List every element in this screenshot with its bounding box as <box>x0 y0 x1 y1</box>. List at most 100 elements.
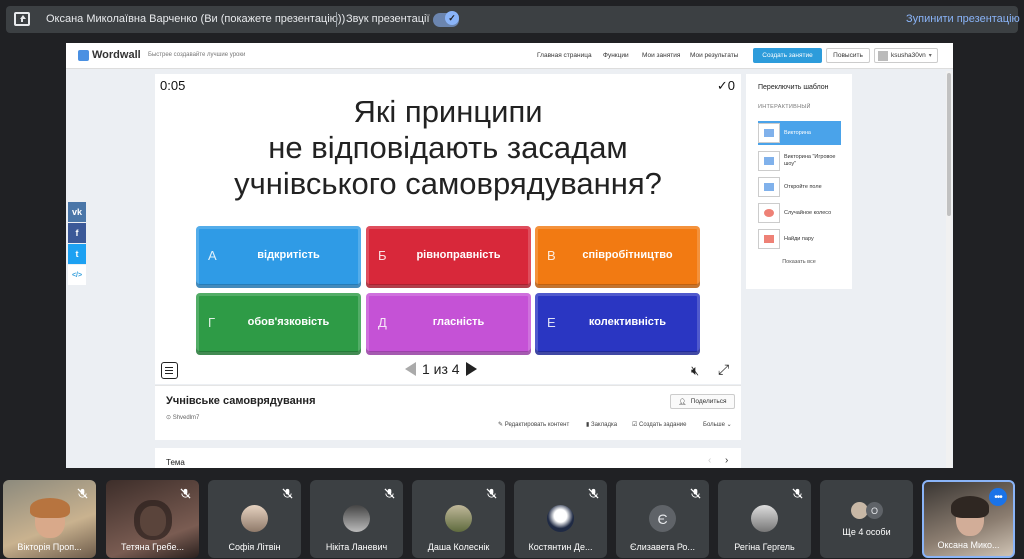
mic-off-icon <box>486 488 497 499</box>
share-person-icon: 👤︎ <box>678 398 687 406</box>
question-line: Які принципи <box>353 94 543 129</box>
user-menu[interactable]: ksusha30vn ▾ <box>874 48 938 63</box>
template-random-wheel[interactable]: Случайное колесо <box>758 201 841 225</box>
answer-text: гласність <box>432 316 485 328</box>
share-button[interactable]: 👤︎ Поделиться <box>670 394 735 409</box>
wordwall-logo-icon <box>78 49 89 61</box>
participant-tile[interactable]: Регіна Гергель <box>718 480 811 558</box>
next-page-icon[interactable] <box>465 362 477 376</box>
answer-option[interactable]: Б рівноправність <box>366 226 531 288</box>
open-box-thumbnail-icon <box>758 177 780 197</box>
nav-my-results[interactable]: Мои результаты <box>690 52 738 59</box>
answer-option[interactable]: A відкритість <box>196 226 361 288</box>
participant-tile[interactable]: Софія Літвін <box>208 480 301 558</box>
facebook-icon[interactable]: f <box>68 223 86 243</box>
more-participants-label: Ще 4 особи <box>842 527 891 537</box>
create-activity-button[interactable]: Создать занятие <box>753 48 822 63</box>
mic-off-icon <box>792 488 803 499</box>
mic-off-icon <box>690 488 701 499</box>
template-open-box[interactable]: Откройте поле <box>758 175 841 199</box>
self-participant-tile[interactable]: ••• Оксана Мико... <box>922 480 1015 558</box>
show-all-templates-link[interactable]: Показать все <box>746 259 852 265</box>
prev-page-icon[interactable] <box>405 362 416 376</box>
participant-name: Костянтин Де... <box>528 542 593 552</box>
twitter-icon[interactable]: t <box>68 244 86 264</box>
more-label: Больше <box>703 422 725 428</box>
participant-tile[interactable]: Даша Колеснік <box>412 480 505 558</box>
more-link[interactable]: Больше ⌄ <box>703 421 732 428</box>
participant-name: Нікіта Ланевич <box>325 542 388 552</box>
task-icon: ☑ <box>632 422 640 428</box>
template-label: Викторина <box>784 129 811 136</box>
fullscreen-icon[interactable]: ⤢ <box>718 361 729 378</box>
pager: 1 из 4 <box>405 361 477 377</box>
answer-letter: Г <box>208 315 216 330</box>
shared-screen: Wordwall Быстрее создавайте лучшие уроки… <box>66 43 953 468</box>
participant-video-hair <box>951 496 989 518</box>
more-participants-tile[interactable]: O Ще 4 особи <box>820 480 913 558</box>
share-button-label: Поделиться <box>690 398 727 405</box>
page-scrollbar-thumb[interactable] <box>947 73 951 216</box>
chevron-down-icon: ⌄ <box>724 422 732 428</box>
author-icon: ⊙ <box>166 415 173 421</box>
answer-option[interactable]: Д гласність <box>366 293 531 355</box>
participant-name: Єлизавета Ро... <box>630 542 695 552</box>
edit-content-label: Редактировать контент <box>504 422 570 428</box>
template-quiz[interactable]: Викторина <box>758 121 841 145</box>
theme-section: Тема ‹ › <box>155 448 741 468</box>
participant-tile[interactable]: Є Єлизавета Ро... <box>616 480 709 558</box>
answer-text: співробітництво <box>582 249 673 261</box>
nav-my-activities[interactable]: Мои занятия <box>642 52 680 59</box>
participant-tile[interactable]: Костянтин Де... <box>514 480 607 558</box>
embed-icon[interactable]: </> <box>68 265 86 285</box>
mic-off-icon <box>384 488 395 499</box>
presentation-sound-label: Звук презентації <box>346 13 430 25</box>
present-screen-icon <box>14 12 30 26</box>
participant-tile[interactable]: Нікіта Ланевич <box>310 480 403 558</box>
create-task-link[interactable]: ☑ Создать задание <box>632 421 686 428</box>
participant-avatar <box>241 505 268 532</box>
answer-option[interactable]: E колективність <box>535 293 700 355</box>
participant-avatar <box>445 505 472 532</box>
pencil-icon: ✎ <box>498 422 505 428</box>
mic-off-icon <box>588 488 599 499</box>
quiz-score: ✓0 <box>716 78 735 93</box>
mute-icon[interactable]: 🔇︎ <box>691 363 699 379</box>
presenting-title: Оксана Миколаївна Варченко (Ви (покажете… <box>46 13 346 25</box>
answer-text: рівноправність <box>416 249 501 261</box>
answer-text: колективність <box>588 316 667 328</box>
quiz-thumbnail-icon <box>758 123 780 143</box>
template-find-match[interactable]: Найди пару <box>758 227 841 251</box>
participant-video-hair <box>30 498 70 518</box>
theme-next-icon[interactable]: › <box>725 455 728 466</box>
toggle-check-icon[interactable]: ✓ <box>445 11 459 25</box>
upgrade-button[interactable]: Повысить <box>826 48 870 63</box>
participant-tile[interactable]: Тетяна Гребе... <box>106 480 199 558</box>
template-label: Случайное колесо <box>784 209 832 216</box>
activity-author[interactable]: ⊙ Shvedlm7 <box>166 414 199 421</box>
template-game-show[interactable]: Викторина "Игровое шоу" <box>758 149 841 173</box>
bookmark-link[interactable]: ▮ Закладка <box>586 421 617 428</box>
menu-icon[interactable] <box>161 362 178 379</box>
participant-tile[interactable]: Вікторія Проп... <box>3 480 96 558</box>
more-options-icon[interactable]: ••• <box>989 488 1007 506</box>
answer-text: відкритість <box>257 249 320 261</box>
template-label: Найди пару <box>784 235 814 242</box>
wordwall-tagline: Быстрее создавайте лучшие уроки <box>148 52 246 58</box>
edit-content-link[interactable]: ✎ Редактировать контент <box>498 421 569 428</box>
answer-option[interactable]: Г обов'язковість <box>196 293 361 355</box>
participant-initial: Є <box>649 505 676 532</box>
answer-option[interactable]: B співробітництво <box>535 226 700 288</box>
vk-icon[interactable]: vk <box>68 202 86 222</box>
participant-name: Даша Колеснік <box>427 542 490 552</box>
participant-avatar <box>751 505 778 532</box>
theme-prev-icon[interactable]: ‹ <box>708 455 711 466</box>
participant-name: Вікторія Проп... <box>17 542 82 552</box>
nav-home[interactable]: Главная страница <box>537 52 592 59</box>
wordwall-logo[interactable]: Wordwall <box>78 49 141 61</box>
participant-name: Регіна Гергель <box>734 542 795 552</box>
nav-features[interactable]: Функции <box>603 52 629 59</box>
template-switcher: Переключить шаблон ИНТЕРАКТИВНЫЙ Виктори… <box>746 74 852 289</box>
template-label: Викторина "Игровое шоу" <box>784 154 836 167</box>
stop-presenting-button[interactable]: Зупинити презентацію <box>906 13 1020 25</box>
